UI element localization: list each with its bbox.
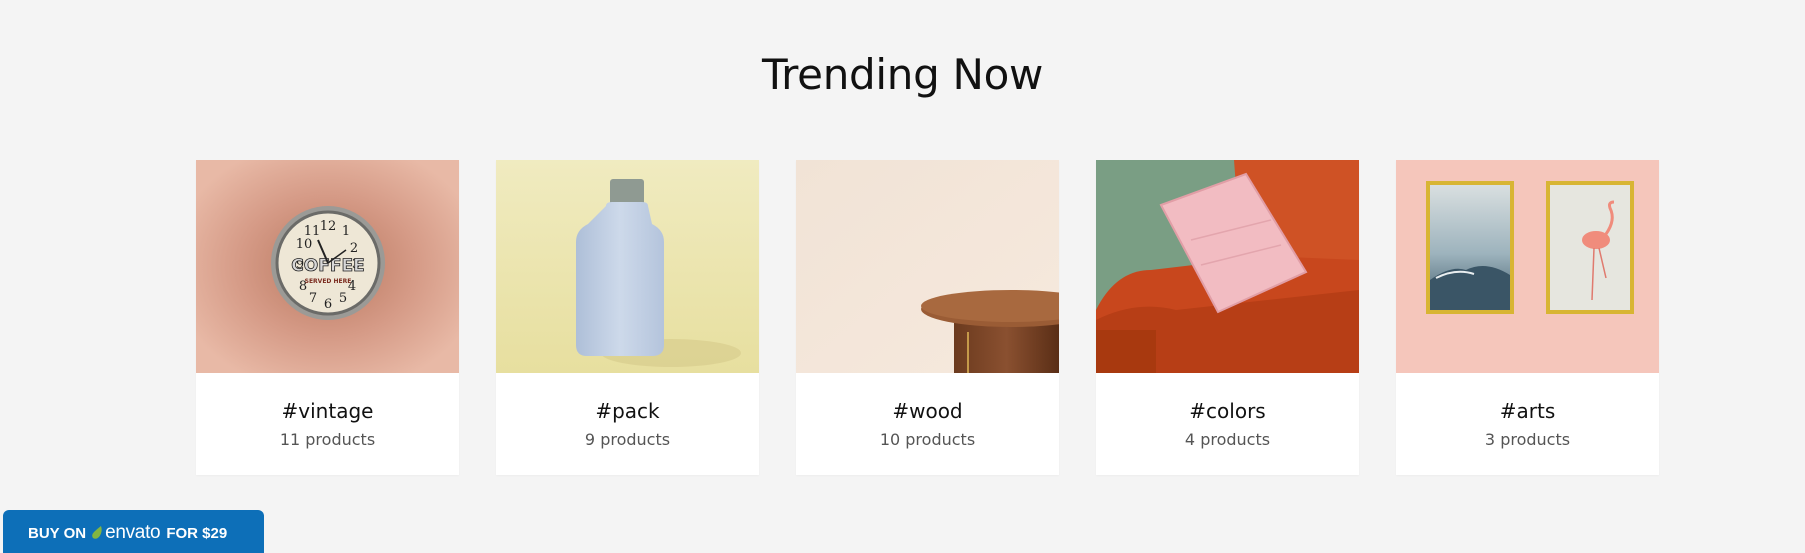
card-count: 10 products [879, 430, 976, 449]
card-tag: #pack [595, 399, 660, 423]
card-tag: #colors [1189, 399, 1266, 423]
envato-brand-text: envato [105, 522, 161, 543]
trending-card-pack[interactable]: #pack 9 products [496, 160, 759, 475]
trending-card-wood[interactable]: #wood 10 products [796, 160, 1059, 475]
clock-text-coffee: COFFEE [291, 256, 364, 276]
card-tag: #wood [892, 399, 963, 423]
trending-cards: 12 3 6 9 1 2 4 5 7 8 10 11 COFFEE SERVED… [196, 160, 1659, 475]
envato-leaf-icon [92, 526, 102, 539]
svg-text:1: 1 [342, 224, 350, 239]
svg-text:7: 7 [309, 291, 317, 306]
envato-logo: envato [92, 522, 161, 544]
card-count: 4 products [1184, 430, 1271, 449]
buy-prefix: BUY ON [28, 524, 87, 542]
svg-text:12: 12 [320, 219, 337, 234]
section-title: Trending Now [761, 50, 1044, 99]
card-tag: #vintage [281, 399, 374, 423]
clock-text-served: SERVED HERE [305, 278, 352, 285]
card-count: 11 products [279, 430, 376, 449]
trending-card-colors[interactable]: #colors 4 products [1096, 160, 1359, 475]
svg-text:11: 11 [304, 224, 321, 239]
wooden-side-table-image [796, 160, 1059, 373]
svg-text:5: 5 [339, 291, 347, 306]
orange-sofa-pink-pillow-image [1096, 160, 1359, 373]
trending-card-vintage[interactable]: 12 3 6 9 1 2 4 5 7 8 10 11 COFFEE SERVED… [196, 160, 459, 475]
vintage-coffee-clock-image: 12 3 6 9 1 2 4 5 7 8 10 11 COFFEE SERVED… [196, 160, 459, 373]
framed-wall-art-image [1396, 160, 1659, 373]
svg-text:6: 6 [324, 297, 332, 312]
card-count: 9 products [584, 430, 671, 449]
svg-text:2: 2 [350, 241, 358, 256]
svg-text:10: 10 [296, 237, 313, 252]
buy-on-envato-button[interactable]: BUY ON envato FOR $29 [3, 510, 264, 553]
card-count: 3 products [1484, 430, 1571, 449]
buy-suffix: FOR $29 [166, 524, 228, 542]
card-tag: #arts [1499, 399, 1556, 423]
blue-flask-bottle-image [496, 160, 759, 373]
trending-card-arts[interactable]: #arts 3 products [1396, 160, 1659, 475]
